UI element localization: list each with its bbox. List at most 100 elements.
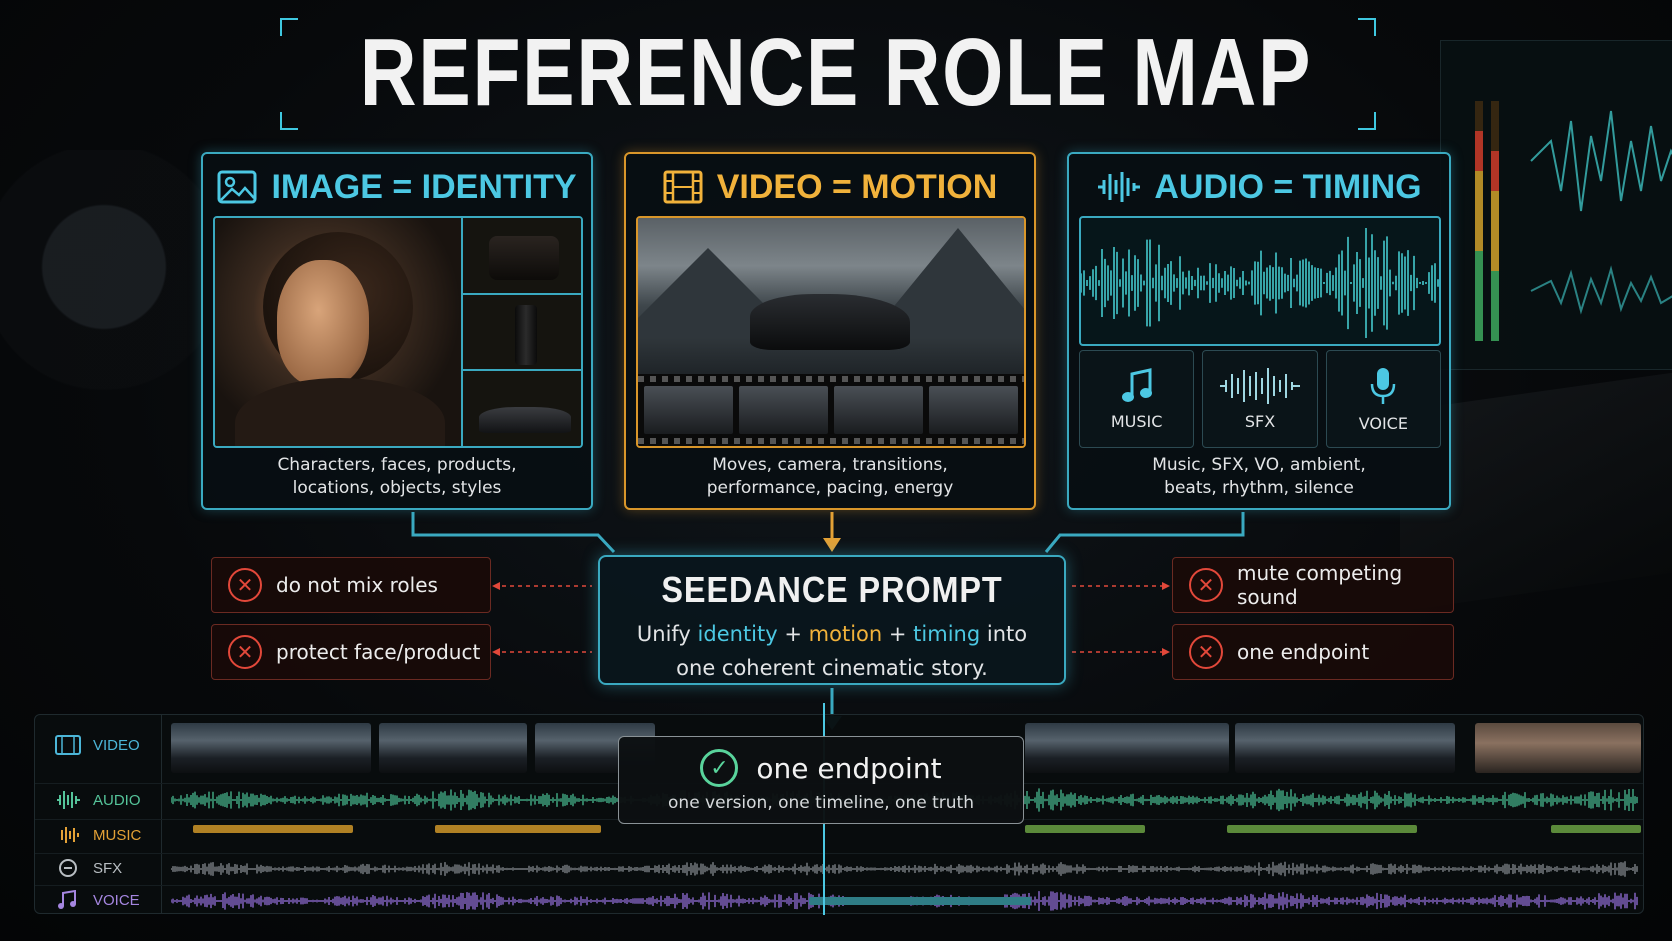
video-clip[interactable]: [1069, 723, 1229, 773]
bag-thumbnail: [463, 218, 581, 295]
image-icon: [217, 170, 257, 204]
video-card-header: VIDEO = MOTION: [626, 164, 1034, 210]
video-desc-line-1: Moves, camera, transitions,: [712, 455, 948, 475]
film-icon: [55, 735, 81, 755]
track-music: MUSIC: [55, 825, 141, 845]
track-audio: AUDIO: [55, 789, 141, 811]
audio-timing-card: AUDIO = TIMING MUSIC SFX VOICE Music, SF…: [1067, 152, 1451, 510]
video-clip[interactable]: [1475, 723, 1641, 773]
audio-type-tiles: MUSIC SFX VOICE: [1079, 350, 1441, 448]
endpoint-box: ✓ one endpoint one version, one timeline…: [618, 736, 1024, 824]
seedance-prompt-box: SEEDANCE PROMPT Unify identity + motion …: [598, 555, 1066, 685]
film-frame-2: [739, 386, 828, 434]
music-clip[interactable]: [1551, 825, 1641, 833]
portrait-reference: [215, 218, 461, 446]
endpoint-heading: ✓ one endpoint: [619, 749, 1023, 787]
x-circle-icon: ✕: [1189, 635, 1223, 669]
sfx-wave-icon: [1219, 367, 1300, 404]
audio-waveform-graphic: [1081, 227, 1439, 339]
road-scene: [638, 218, 1024, 378]
prompt-line-2: one coherent cinematic story.: [676, 656, 988, 680]
video-clip[interactable]: [171, 723, 371, 773]
track-label-music: MUSIC: [93, 826, 142, 844]
video-card-description: Moves, camera, transitions, performance,…: [626, 454, 1034, 500]
image-card-heading: IMAGE = IDENTITY: [271, 167, 577, 206]
voice-tile-label: VOICE: [1358, 413, 1408, 433]
audio-card-heading: AUDIO = TIMING: [1154, 167, 1422, 206]
music-clip[interactable]: [1227, 825, 1417, 833]
voice-tile: VOICE: [1325, 350, 1441, 448]
sfx-tile: SFX: [1202, 350, 1318, 448]
motion-reference-frame: [636, 216, 1026, 448]
x-circle-icon: ✕: [228, 568, 262, 602]
word-timing: timing: [913, 622, 981, 646]
track-divider: [35, 853, 1643, 854]
music-tile-label: MUSIC: [1110, 411, 1163, 431]
waveform-icon: [1098, 172, 1141, 202]
audio-card-description: Music, SFX, VO, ambient, beats, rhythm, …: [1069, 454, 1449, 500]
video-desc-line-2: performance, pacing, energy: [706, 478, 954, 498]
image-card-header: IMAGE = IDENTITY: [203, 164, 591, 210]
identity-reference-grid: [213, 216, 583, 448]
sfx-track-waveform[interactable]: [171, 857, 1639, 881]
film-frame-1: [644, 386, 733, 434]
endpoint-subtitle: one version, one timeline, one truth: [668, 793, 974, 813]
warning-label: do not mix roles: [276, 573, 438, 597]
music-clip[interactable]: [435, 825, 601, 833]
word-unify: Unify: [636, 622, 691, 646]
seedance-prompt-body: Unify identity + motion + timing into on…: [600, 617, 1064, 685]
image-desc-line-1: Characters, faces, products,: [277, 455, 517, 475]
music-clip[interactable]: [193, 825, 353, 833]
microphone-icon: [1371, 367, 1396, 404]
portrait-body: [235, 378, 445, 446]
audio-desc-line-2: beats, rhythm, silence: [1164, 478, 1354, 498]
product-thumbnails: [461, 218, 581, 446]
prompt-line-1: Unify identity + motion + timing into: [600, 617, 1064, 651]
warning-protect-face: ✕ protect face/product: [211, 624, 491, 680]
seedance-prompt-title: SEEDANCE PROMPT: [661, 569, 1003, 610]
film-frame-3: [834, 386, 923, 434]
warning-label: mute competing sound: [1237, 561, 1403, 609]
video-motion-card: VIDEO = MOTION Moves, camera, transition…: [624, 152, 1036, 510]
track-divider: [35, 885, 1643, 886]
warning-one-endpoint: ✕ one endpoint: [1172, 624, 1454, 680]
sfx-tile-label: SFX: [1244, 411, 1276, 431]
warning-label: protect face/product: [276, 640, 481, 664]
voice-clip-selected[interactable]: [809, 897, 1031, 905]
portrait-face: [277, 260, 369, 386]
music-note-icon: [1121, 367, 1152, 402]
track-sfx: SFX: [55, 858, 122, 878]
warning-mix-roles: ✕ do not mix roles: [211, 557, 491, 613]
word-motion: motion: [808, 622, 883, 646]
music-note-icon: [58, 890, 76, 909]
sfx-icon: [59, 859, 77, 877]
bottle-thumbnail: [463, 294, 581, 372]
track-label-audio: AUDIO: [93, 791, 141, 809]
music-clip[interactable]: [1025, 825, 1145, 833]
image-identity-card: IMAGE = IDENTITY Characters, faces, prod…: [201, 152, 593, 510]
x-circle-icon: ✕: [1189, 568, 1223, 602]
music-bars-icon: [61, 827, 79, 843]
car-in-motion: [750, 294, 910, 350]
plus-sign: +: [784, 622, 802, 646]
track-label-divider: [161, 715, 162, 913]
filmstrip: [638, 374, 1024, 446]
warning-label: one endpoint: [1237, 640, 1370, 664]
warning-mute-sound: ✕ mute competing sound: [1172, 557, 1454, 613]
video-card-heading: VIDEO = MOTION: [716, 167, 998, 206]
film-frame-4: [929, 386, 1018, 434]
video-clip[interactable]: [1235, 723, 1455, 773]
film-icon: [663, 170, 703, 204]
audio-waveform: [1079, 216, 1441, 346]
track-voice: VOICE: [55, 890, 140, 910]
video-clip[interactable]: [379, 723, 527, 773]
x-circle-icon: ✕: [228, 635, 262, 669]
check-circle-icon: ✓: [700, 749, 739, 787]
word-identity: identity: [697, 622, 778, 646]
plus-sign: +: [888, 622, 907, 646]
track-video: VIDEO: [55, 735, 140, 755]
track-label-sfx: SFX: [93, 859, 123, 877]
music-tile: MUSIC: [1079, 350, 1195, 448]
image-card-description: Characters, faces, products, locations, …: [203, 454, 591, 500]
audio-card-header: AUDIO = TIMING: [1069, 164, 1449, 210]
